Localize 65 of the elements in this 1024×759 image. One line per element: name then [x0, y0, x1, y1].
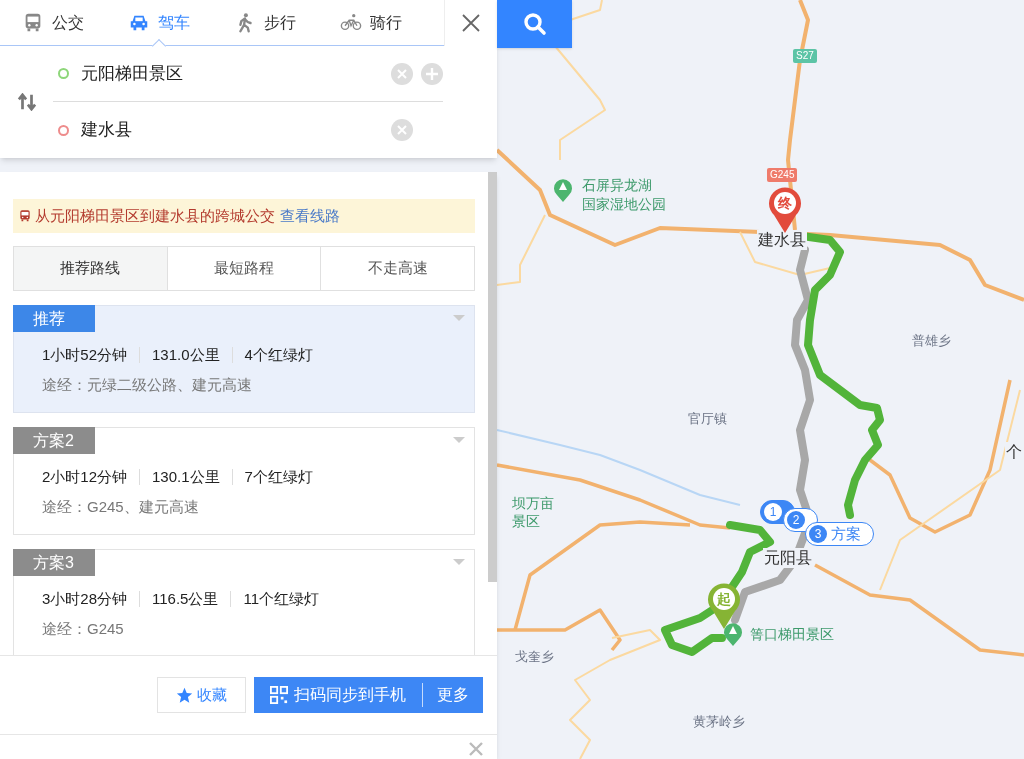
map-place-label: 箐口梯田景区	[750, 625, 834, 643]
end-marker-pin[interactable]: 终	[768, 187, 802, 233]
traffic-light-count: 11个红绿灯	[243, 589, 320, 609]
clear-icon[interactable]	[391, 119, 413, 141]
traffic-light-count: 7个红绿灯	[244, 467, 313, 487]
view-route-link[interactable]: 查看线路	[280, 204, 340, 228]
search-button[interactable]	[497, 0, 572, 48]
close-icon[interactable]	[469, 742, 483, 756]
route-filter-tab[interactable]: 最短路程	[167, 247, 321, 290]
mode-tab[interactable]: 步行	[212, 0, 318, 45]
qr-code-icon	[270, 686, 288, 704]
mode-tab[interactable]: 驾车	[106, 0, 212, 45]
map-place-label: 个	[1005, 442, 1023, 462]
route-via-text: 途经：元绿二级公路、建元高速	[42, 375, 252, 395]
road-shield: S27	[793, 49, 817, 63]
add-icon[interactable]	[421, 62, 443, 85]
route-duration: 3小时28分钟	[42, 589, 128, 609]
more-button[interactable]: 更多	[423, 677, 483, 713]
bus-notice-text: 从元阳梯田景区到建水县的跨城公交	[35, 205, 275, 226]
road-shield: G245	[767, 168, 798, 182]
favorite-button[interactable]: 收藏	[157, 677, 246, 713]
mode-tab[interactable]: 公交	[0, 0, 106, 45]
map-place-label: 元阳县	[763, 548, 813, 568]
traffic-light-count: 4个红绿灯	[244, 345, 313, 365]
map-place-label: 黄茅岭乡	[693, 713, 745, 730]
map-place-label: 建水县	[757, 230, 807, 250]
star-icon	[176, 686, 193, 704]
close-icon	[461, 13, 481, 33]
park-pin-icon	[553, 178, 573, 202]
map-place-label: 坝万亩	[512, 494, 554, 512]
route-distance: 130.1公里	[152, 467, 220, 487]
route-duration: 1小时52分钟	[42, 345, 128, 365]
route-card[interactable]: 方案2 2小时12分钟 130.1公里 7个红绿灯 途经：G245、建元高速	[13, 427, 475, 535]
map-place-label: 景区	[512, 512, 540, 530]
dropdown-caret-icon[interactable]	[453, 559, 465, 565]
location-input[interactable]: 元阳梯田景区	[81, 60, 383, 87]
map-place-label: 普雄乡	[912, 332, 951, 349]
route-distance: 116.5公里	[152, 589, 219, 609]
map-place-label: 官厅镇	[688, 410, 727, 427]
park-pin-icon	[723, 622, 743, 646]
clear-icon[interactable]	[391, 62, 413, 85]
route-bubble[interactable]: 3 方案	[805, 522, 874, 546]
route-distance: 131.0公里	[152, 345, 220, 365]
bus-icon	[18, 208, 32, 224]
map-place-label: 石屏异龙湖	[582, 176, 652, 194]
mode-tab[interactable]: 骑行	[318, 0, 424, 45]
route-card[interactable]: 推荐 1小时52分钟 131.0公里 4个红绿灯 途经：元绿二级公路、建元高速	[13, 305, 475, 413]
sync-to-phone-button[interactable]: 扫码同步到手机	[254, 677, 422, 713]
route-duration: 2小时12分钟	[42, 467, 128, 487]
scrollbar-thumb[interactable]	[488, 172, 497, 582]
location-input[interactable]: 建水县	[81, 117, 383, 143]
search-icon	[522, 12, 547, 36]
route-filter-tab[interactable]: 推荐路线	[14, 247, 167, 290]
route-tag: 方案3	[13, 549, 95, 576]
route-tag: 方案2	[13, 427, 95, 454]
route-via-text: 途经：G245、建元高速	[42, 497, 199, 517]
map-place-label: 国家湿地公园	[582, 195, 666, 213]
swap-icon[interactable]	[15, 93, 38, 111]
route-via-text: 途经：G245	[42, 619, 124, 639]
dropdown-caret-icon[interactable]	[453, 437, 465, 443]
map-place-label: 戈奎乡	[515, 648, 554, 665]
route-card[interactable]: 方案3 3小时28分钟 116.5公里 11个红绿灯 途经：G245	[13, 549, 475, 657]
route-tag: 推荐	[13, 305, 95, 332]
dropdown-caret-icon[interactable]	[453, 315, 465, 321]
route-filter-tab[interactable]: 不走高速	[321, 247, 474, 290]
